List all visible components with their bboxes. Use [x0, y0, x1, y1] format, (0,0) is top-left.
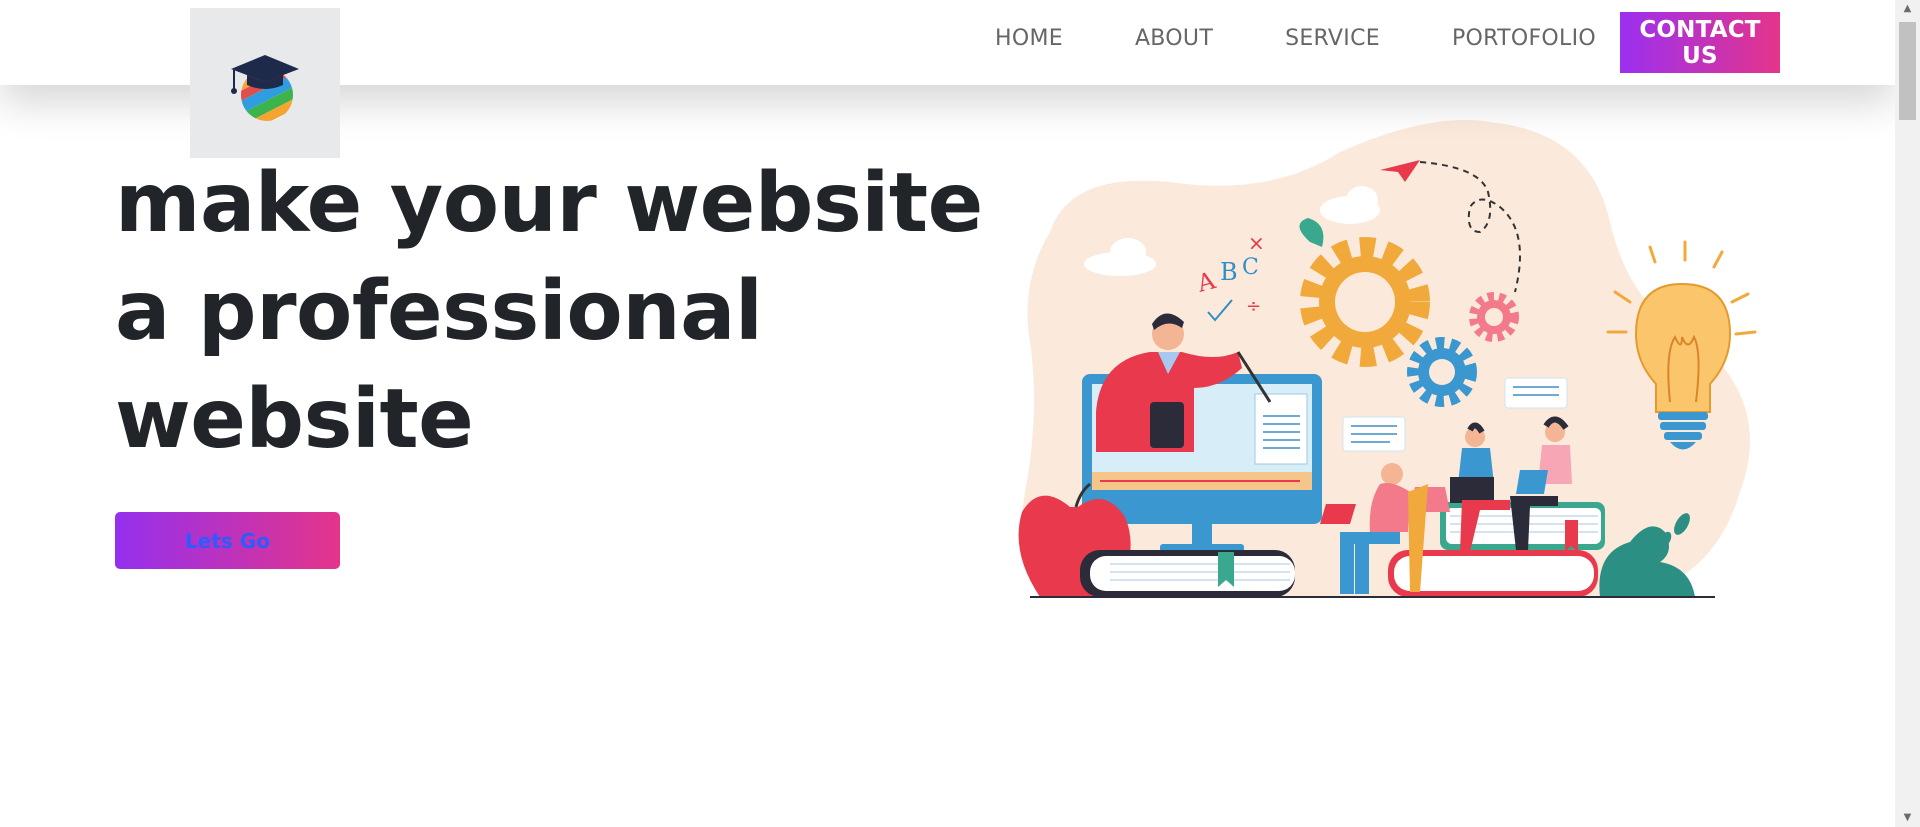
contact-us-button[interactable]: CONTACT US	[1620, 12, 1780, 73]
svg-text:B: B	[1220, 258, 1238, 286]
hero-title-line-1: make your website	[115, 156, 983, 251]
hero-title-line-2: a professional	[115, 264, 763, 359]
nav-service-link[interactable]: SERVICE	[1285, 26, 1380, 51]
online-education-illustration: A B C × ÷	[1018, 120, 1757, 598]
nav-menu: HOME ABOUT SERVICE PORTOFOLIO	[995, 26, 1633, 51]
scrollbar-thumb[interactable]	[1899, 22, 1916, 120]
graduation-cap-globe-icon	[231, 55, 299, 121]
scroll-up-arrow-icon[interactable]: ▲	[1895, 0, 1920, 18]
lets-go-button[interactable]: Lets Go	[115, 512, 340, 569]
nav-home-link[interactable]: HOME	[995, 26, 1063, 51]
nav-about-link[interactable]: ABOUT	[1135, 26, 1213, 51]
svg-text:÷: ÷	[1246, 296, 1261, 317]
hero-title: make your website a professional website	[115, 150, 983, 474]
page-scrollbar[interactable]: ▲ ▼	[1895, 0, 1920, 827]
logo[interactable]	[190, 8, 340, 158]
nav-portofolio-link[interactable]: PORTOFOLIO	[1452, 26, 1596, 51]
svg-text:×: ×	[1248, 231, 1265, 255]
scroll-down-arrow-icon[interactable]: ▼	[1895, 809, 1920, 827]
hero-title-line-3: website	[115, 372, 474, 467]
page: HOME ABOUT SERVICE PORTOFOLIO CONTACT US	[0, 0, 1895, 827]
svg-text:C: C	[1242, 255, 1259, 280]
